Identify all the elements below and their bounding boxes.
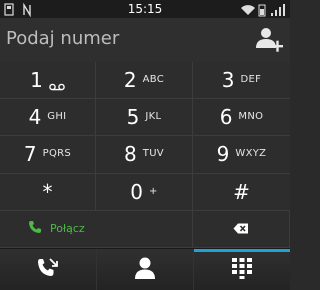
key-2[interactable]: 2 ABC (96, 62, 193, 100)
key-1[interactable]: 1 (0, 62, 96, 100)
key-letters: TUV (142, 148, 164, 160)
contacts-icon (134, 256, 156, 284)
dialpad-icon (231, 257, 253, 283)
key-digit: 2 (123, 68, 137, 93)
key-digit: 3 (221, 68, 235, 93)
key-digit: 6 (219, 105, 233, 130)
key-digit: 8 (124, 142, 137, 167)
key-letters: + (149, 185, 158, 197)
bottom-tab-bar (0, 248, 290, 290)
key-letters: PQRS (42, 148, 72, 160)
key-9[interactable]: 9 WXYZ (193, 136, 290, 174)
key-digit: 4 (28, 105, 42, 130)
key-digit: 9 (216, 142, 230, 167)
key-letters: WXYZ (235, 148, 267, 160)
key-letters: DEF (240, 74, 262, 86)
key-letters: MNO (238, 111, 264, 123)
key-digit: # (233, 179, 250, 204)
key-digit: 0 (130, 179, 144, 204)
key-5[interactable]: 5 JKL (96, 99, 193, 137)
key-digit: 7 (23, 142, 37, 167)
tab-contacts[interactable] (97, 249, 194, 290)
call-log-icon (36, 256, 60, 284)
key-3[interactable]: 3 DEF (193, 62, 290, 100)
key-0[interactable]: 0 + (96, 173, 193, 211)
key-8[interactable]: 8 TUV (96, 136, 193, 174)
dialpad: 1 2 ABC 3 DEF 4 GHI 5 JKL 6 MNO 7 PQRS 8… (0, 62, 290, 248)
number-input-row: Podaj numer (0, 18, 290, 62)
call-button[interactable]: Połącz (0, 210, 193, 248)
status-bar: 15:15 (0, 0, 290, 18)
key-7[interactable]: 7 PQRS (0, 136, 96, 174)
backspace-icon (233, 219, 249, 238)
add-contact-icon[interactable] (254, 26, 284, 54)
key-hash[interactable]: # (193, 173, 290, 211)
key-letters: GHI (47, 111, 67, 123)
key-6[interactable]: 6 MNO (193, 99, 290, 137)
backspace-button[interactable] (193, 210, 290, 248)
key-digit: 1 (30, 68, 43, 93)
phone-icon (28, 219, 42, 238)
tab-dialpad[interactable] (194, 249, 290, 290)
voicemail-icon (49, 76, 65, 91)
key-letters: JKL (145, 111, 162, 123)
key-letters: ABC (142, 74, 165, 86)
phone-dialer-screen: 15:15 Podaj numer 1 2 ABC 3 DEF 4 GHI 5 … (0, 0, 290, 290)
key-star[interactable]: * (0, 173, 96, 211)
key-digit: * (42, 179, 53, 204)
key-digit: 5 (126, 105, 140, 130)
call-label: Połącz (50, 222, 85, 236)
tab-call-log[interactable] (0, 249, 97, 290)
key-4[interactable]: 4 GHI (0, 99, 96, 137)
number-input[interactable]: Podaj numer (6, 27, 119, 51)
